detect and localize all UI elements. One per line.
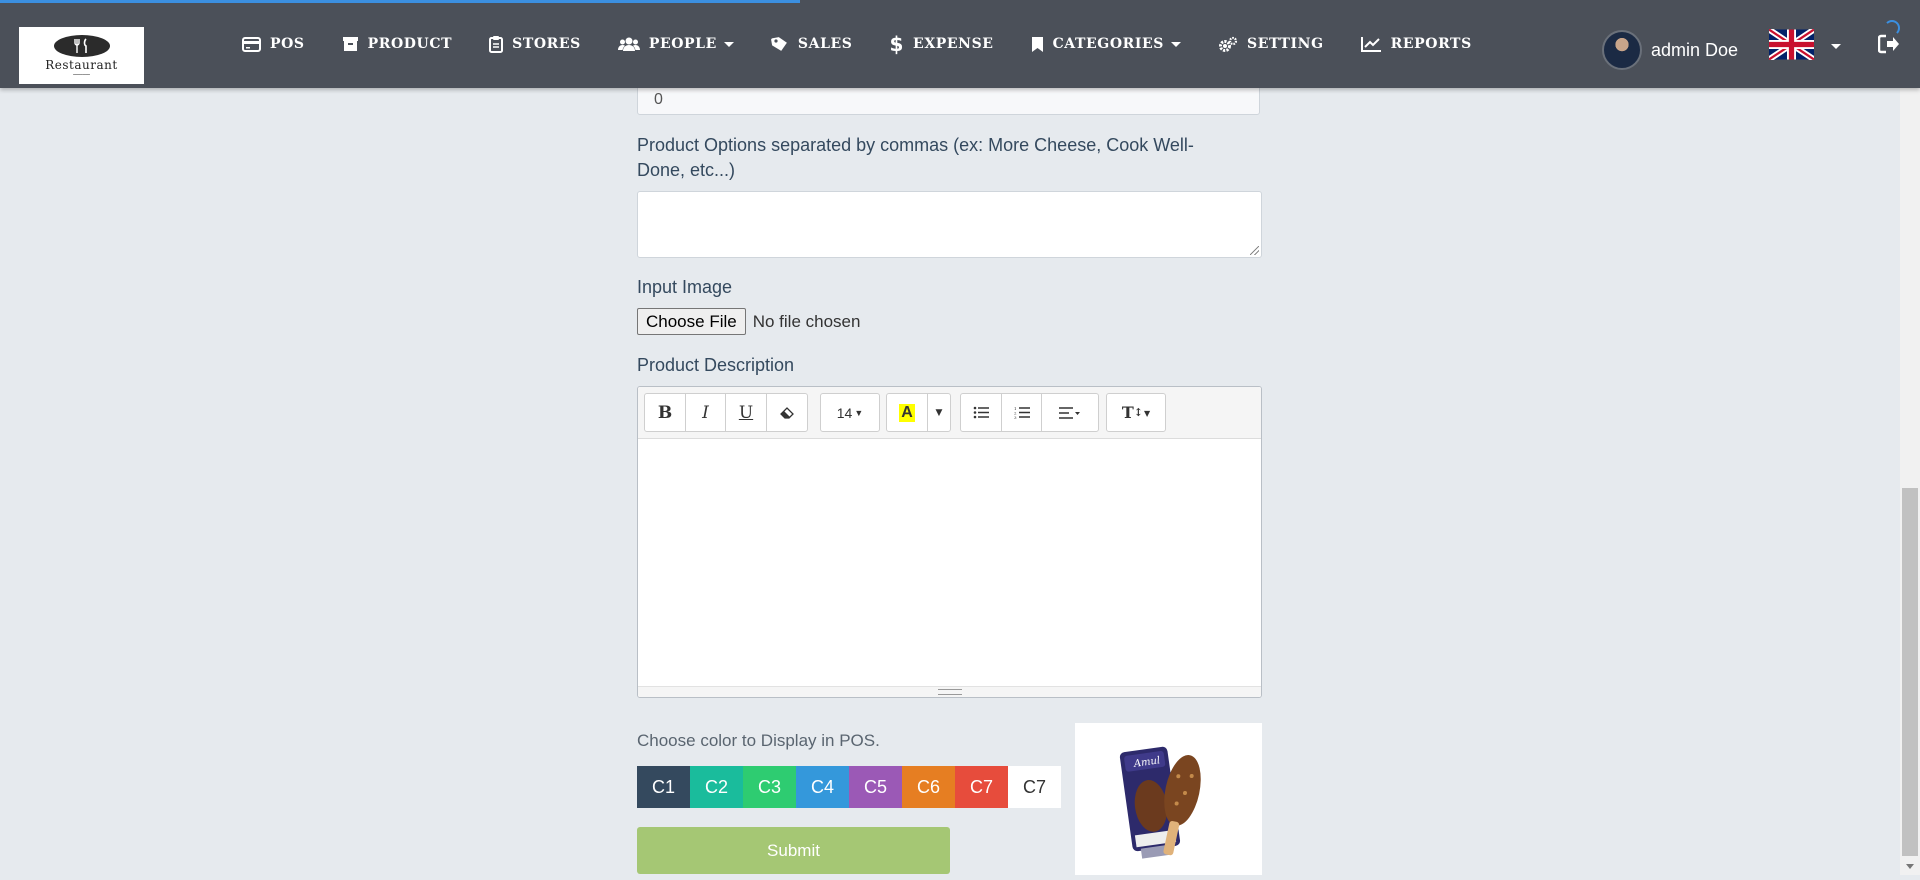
font-size-group: 14 ▼ — [820, 393, 880, 432]
chevron-down-icon — [1171, 41, 1182, 47]
logout-icon[interactable] — [1877, 34, 1900, 59]
color-swatch-c7[interactable]: C7 — [955, 766, 1008, 808]
user-menu[interactable]: admin Doe — [1602, 30, 1738, 70]
logo-text: Restaurant — [45, 57, 118, 72]
resize-grip-icon[interactable] — [1250, 246, 1259, 255]
color-swatch-c6[interactable]: C6 — [902, 766, 955, 808]
uk-flag-icon[interactable] — [1767, 27, 1816, 62]
file-status-text: No file chosen — [752, 311, 861, 331]
logo-subtitle-decoration: ━━━━━━━ — [73, 71, 90, 77]
clipboard-icon — [489, 35, 504, 53]
italic-button[interactable]: I — [686, 394, 726, 431]
avatar — [1602, 30, 1642, 70]
bookmark-icon — [1031, 36, 1044, 53]
main-nav-menu: POS PRODUCT STORES PEOPLE SALES $ EXPENS… — [242, 0, 1509, 88]
nav-item-setting[interactable]: SETTING — [1218, 36, 1324, 53]
nav-label: EXPENSE — [913, 36, 994, 52]
nav-item-product[interactable]: PRODUCT — [342, 36, 452, 52]
editor-toolbar: B I U 14 ▼ A ▼ 1 2 3 T ↕ ▼ — [638, 387, 1261, 439]
top-navbar: Restaurant ━━━━━━━ POS PRODUCT STORES PE… — [0, 0, 1920, 88]
restaurant-logo[interactable]: Restaurant ━━━━━━━ — [19, 27, 144, 84]
dollar-icon: $ — [889, 32, 905, 56]
color-swatch-c3[interactable]: C3 — [743, 766, 796, 808]
unordered-list-icon[interactable] — [961, 394, 1002, 431]
nav-item-sales[interactable]: SALES — [770, 36, 853, 52]
color-swatch-c7-white[interactable]: C7 — [1008, 766, 1061, 808]
rich-text-editor: B I U 14 ▼ A ▼ 1 2 3 T ↕ ▼ — [637, 386, 1262, 698]
text-height-icon[interactable]: T ↕ ▼ — [1107, 394, 1165, 431]
nav-label: SALES — [797, 36, 853, 52]
chevron-down-icon — [723, 41, 734, 47]
nav-label: SETTING — [1247, 36, 1324, 52]
credit-card-icon — [242, 36, 261, 52]
nav-label: CATEGORIES — [1052, 36, 1165, 52]
align-icon[interactable] — [1042, 394, 1098, 431]
nav-label: REPORTS — [1390, 36, 1472, 52]
font-style-group: B I U — [644, 393, 808, 432]
nav-label: POS — [270, 36, 305, 52]
highlight-color-button[interactable]: A — [887, 394, 928, 431]
ordered-list-icon[interactable]: 123 — [1002, 394, 1042, 431]
submit-button[interactable]: Submit — [637, 827, 950, 874]
nav-label: PEOPLE — [648, 36, 717, 52]
editor-resize-handle[interactable] — [638, 686, 1261, 697]
archive-icon — [342, 36, 359, 52]
underline-button[interactable]: U — [726, 394, 767, 431]
font-size-dropdown[interactable]: 14 ▼ — [821, 394, 879, 431]
page-scrollbar[interactable] — [1900, 88, 1920, 875]
scroll-down-arrow-icon[interactable] — [1906, 864, 1914, 869]
scrollbar-thumb[interactable] — [1902, 488, 1918, 856]
color-swatch-c5[interactable]: C5 — [849, 766, 902, 808]
product-description-label: Product Description — [637, 355, 795, 375]
choose-file-button[interactable]: Choose File — [637, 308, 746, 335]
line-chart-icon — [1360, 36, 1382, 52]
nav-label: STORES — [512, 36, 581, 52]
nav-item-stores[interactable]: STORES — [489, 35, 581, 53]
nav-label: PRODUCT — [367, 36, 453, 52]
users-icon — [617, 36, 640, 52]
color-choice-label: Choose color to Display in POS. — [637, 731, 880, 750]
nav-item-reports[interactable]: REPORTS — [1360, 36, 1472, 52]
nav-item-expense[interactable]: $ EXPENSE — [890, 32, 994, 56]
user-name: admin Doe — [1651, 39, 1739, 60]
text-style-label: T — [1121, 403, 1134, 422]
svg-text:3: 3 — [1014, 415, 1017, 419]
nav-item-categories[interactable]: CATEGORIES — [1031, 36, 1182, 53]
fork-knife-icon — [53, 34, 110, 57]
color-swatch-c1[interactable]: C1 — [637, 766, 690, 808]
font-size-value: 14 — [836, 404, 853, 421]
bold-button[interactable]: B — [645, 394, 686, 431]
product-options-textarea[interactable] — [637, 191, 1262, 258]
color-swatch-c4[interactable]: C4 — [796, 766, 849, 808]
cogs-icon — [1218, 36, 1238, 53]
eraser-icon[interactable] — [767, 394, 807, 431]
product-options-label: Product Options separated by commas (ex:… — [637, 135, 1194, 180]
list-align-group: 123 — [960, 393, 1099, 432]
input-image-label: Input Image — [637, 277, 733, 297]
file-input: Choose File No file chosen — [637, 308, 860, 335]
product-image-preview: Amul — [1075, 723, 1262, 875]
color-swatches: C1 C2 C3 C4 C5 C6 C7 C7 — [637, 766, 1061, 808]
nav-item-pos[interactable]: POS — [242, 36, 305, 52]
color-swatch-c2[interactable]: C2 — [690, 766, 743, 808]
nav-item-people[interactable]: PEOPLE — [617, 36, 734, 52]
tag-icon — [770, 36, 789, 52]
page-loading-bar — [0, 0, 800, 3]
highlight-group: A ▼ — [886, 393, 951, 432]
ice-cream-bar-image: Amul — [1119, 746, 1201, 859]
editor-content-area[interactable] — [638, 439, 1261, 689]
chevron-down-icon[interactable]: ▼ — [928, 394, 950, 431]
language-dropdown-icon[interactable] — [1831, 44, 1841, 49]
text-size-group: T ↕ ▼ — [1106, 393, 1166, 432]
